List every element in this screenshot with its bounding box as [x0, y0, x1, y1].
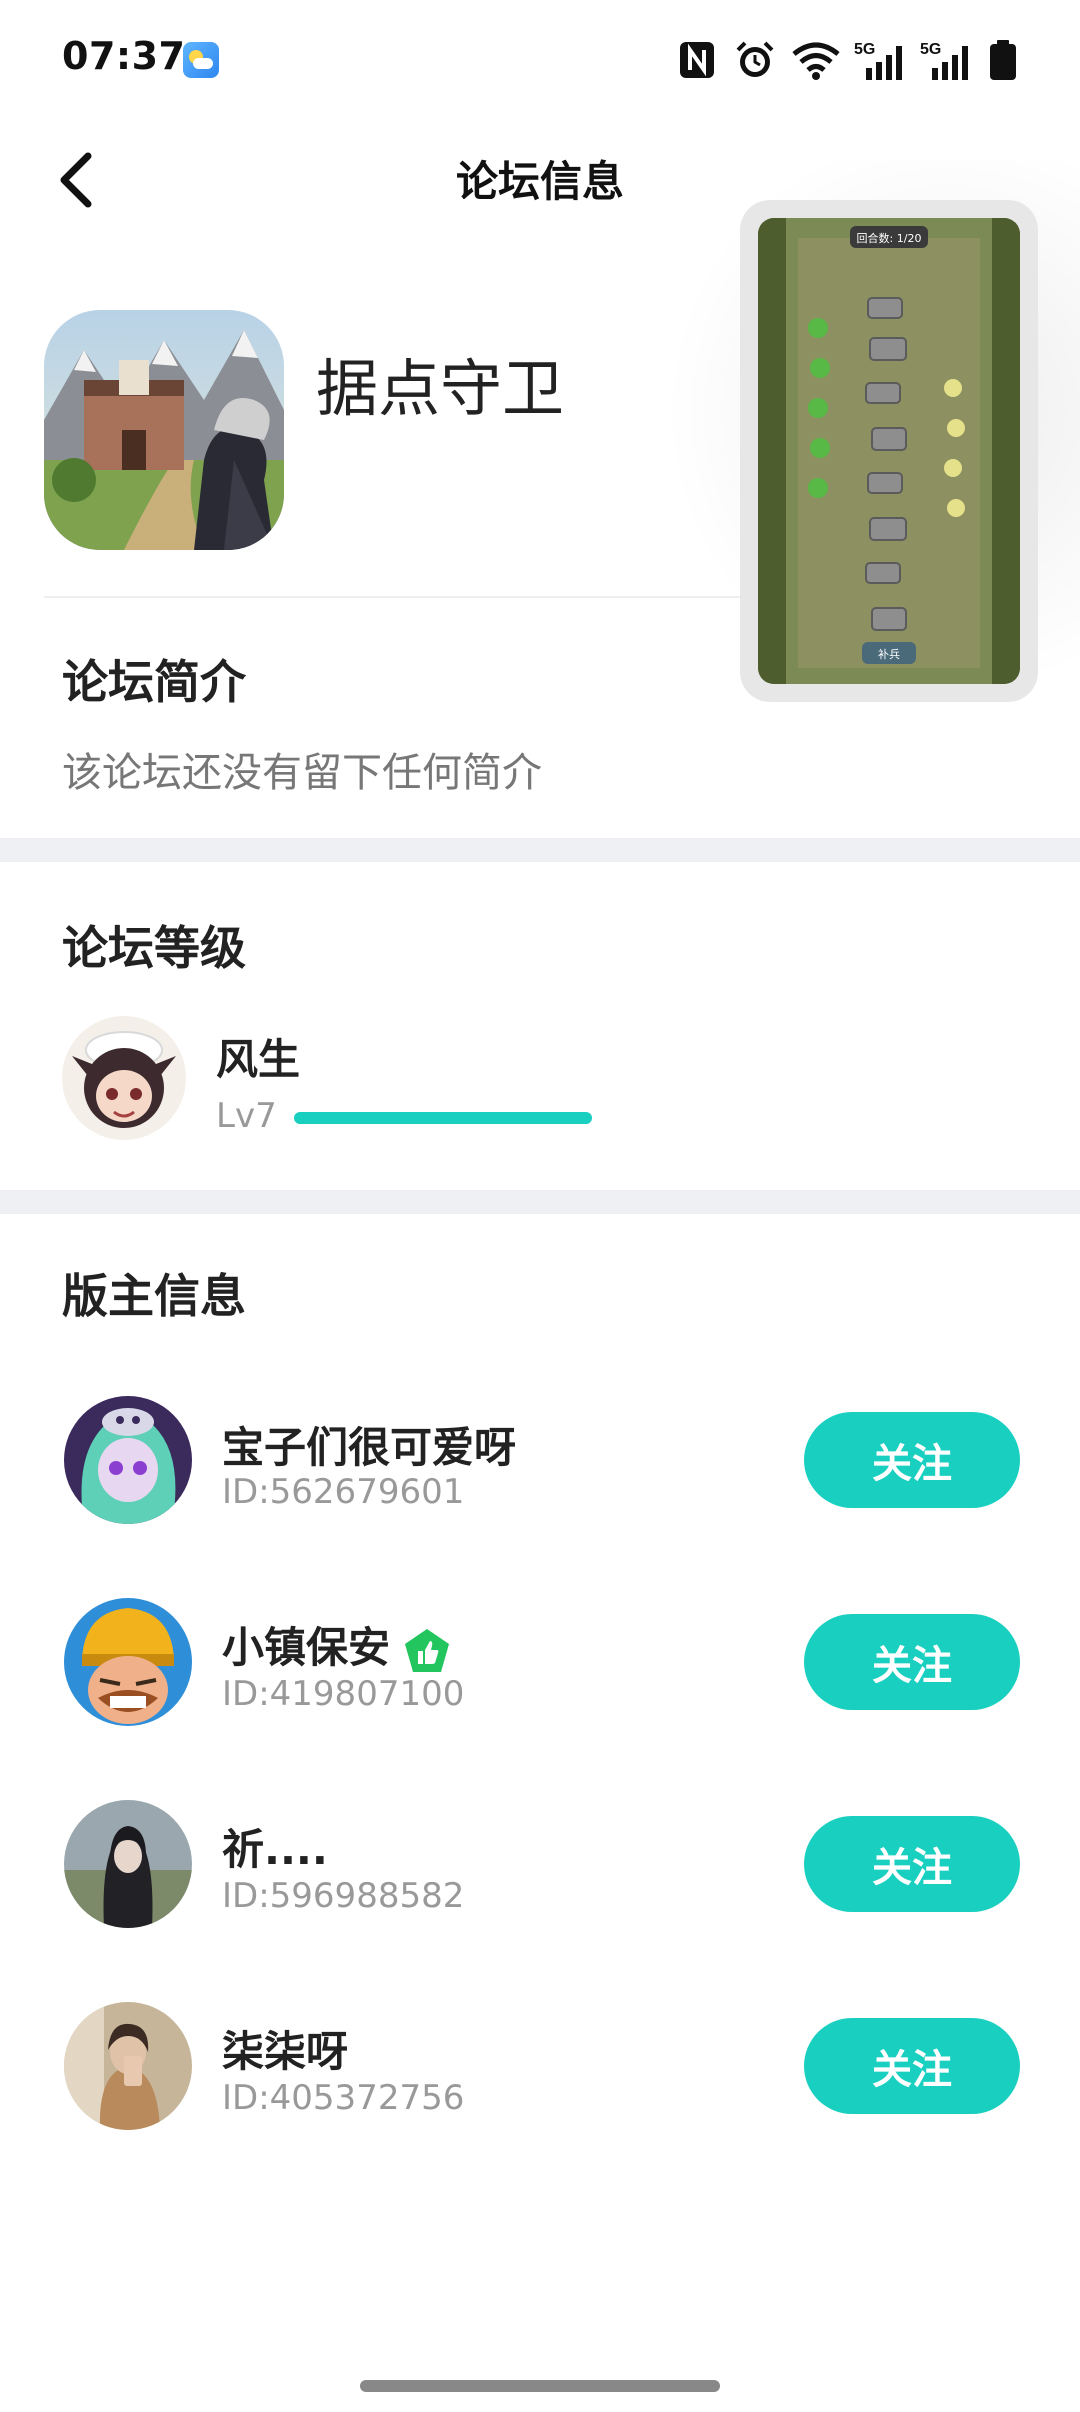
alarm-icon [733, 38, 777, 82]
game-preview-screen[interactable]: 回合数: 1/20 补兵 [758, 218, 1020, 684]
moderator-name: 宝子们很可爱呀 [222, 1423, 517, 1472]
level-avatar [62, 1016, 186, 1140]
level-lv: Lv7 [216, 1096, 277, 1136]
moderator-name: 祈.... [222, 1825, 328, 1874]
wifi-icon [790, 38, 842, 82]
moderators-title: 版主信息 [62, 1269, 246, 1323]
moderator-name: 小镇保安 [222, 1623, 391, 1672]
section-separator [0, 1190, 1080, 1214]
follow-button[interactable]: 关注 [804, 1614, 1020, 1710]
intro-title: 论坛简介 [62, 655, 246, 709]
preview-round-text: 回合数: 1/20 [857, 231, 922, 245]
signal-5g-icon-1: 5G [854, 38, 908, 82]
level-name: 风生 [216, 1035, 301, 1084]
moderator-name: 柒柒呀 [222, 2027, 349, 2076]
game-name: 据点守卫 [316, 352, 565, 425]
moderator-avatar[interactable] [64, 2002, 192, 2130]
follow-button[interactable]: 关注 [804, 1816, 1020, 1912]
moderator-id: ID:405372756 [222, 2078, 465, 2118]
home-indicator[interactable] [360, 2380, 720, 2392]
signal-5g-label-1: 5G [854, 41, 875, 58]
moderator-id: ID:562679601 [222, 1472, 465, 1512]
moderator-name-row: 小镇保安 [222, 1614, 452, 1675]
status-time: 07:37 [62, 34, 186, 78]
intro-text: 该论坛还没有留下任何简介 [62, 750, 542, 796]
follow-button[interactable]: 关注 [804, 2018, 1020, 2114]
signal-5g-icon-2: 5G [920, 38, 974, 82]
game-icon [44, 310, 284, 550]
moderator-avatar[interactable] [64, 1396, 192, 1524]
weather-icon [183, 42, 219, 78]
follow-button[interactable]: 关注 [804, 1412, 1020, 1508]
moderator-id: ID:419807100 [222, 1674, 465, 1714]
section-separator [0, 838, 1080, 862]
moderator-avatar[interactable] [64, 1598, 192, 1726]
moderator-avatar[interactable] [64, 1800, 192, 1928]
thumbs-up-badge-icon [402, 1627, 452, 1675]
signal-5g-label-2: 5G [920, 41, 941, 58]
divider [44, 596, 744, 598]
level-progress-bar [294, 1112, 592, 1124]
chevron-left-icon [60, 152, 92, 208]
battery-icon [988, 38, 1018, 82]
nfc-icon [678, 38, 718, 82]
level-title: 论坛等级 [62, 921, 246, 975]
preview-bottom-button: 补兵 [878, 648, 900, 661]
moderator-id: ID:596988582 [222, 1876, 465, 1916]
back-button[interactable] [52, 148, 106, 212]
